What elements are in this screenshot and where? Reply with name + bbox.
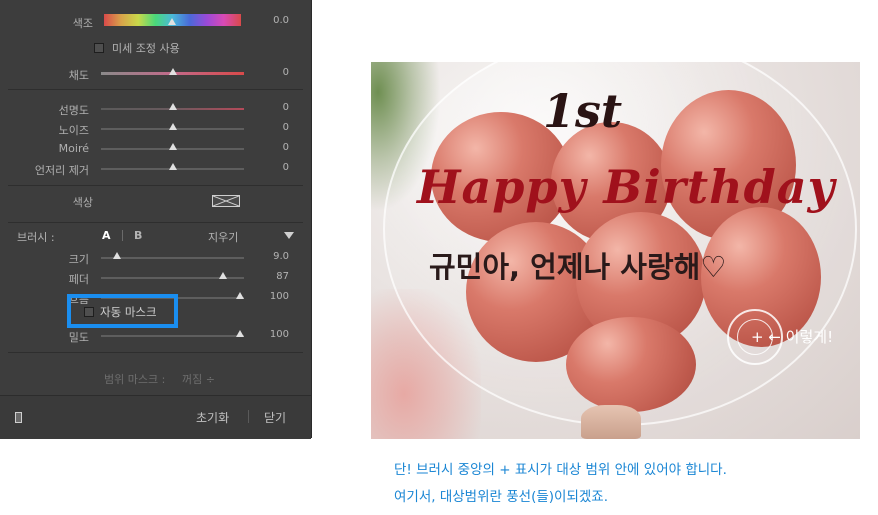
- brush-cursor-annotation: + ← 이렇게!: [751, 328, 834, 346]
- brush-a-tab[interactable]: A: [102, 229, 111, 242]
- defringe-value: 0: [282, 162, 289, 173]
- no-color-icon: [213, 196, 239, 206]
- moire-value: 0: [282, 142, 289, 153]
- hue-row: 색조 0.0: [0, 14, 311, 30]
- divider: [8, 352, 303, 353]
- moire-slider-thumb[interactable]: [169, 143, 177, 150]
- color-row: 색상: [0, 193, 311, 209]
- noise-slider-thumb[interactable]: [169, 123, 177, 130]
- size-label: 크기: [68, 253, 89, 266]
- size-row: 크기 9.0: [0, 250, 311, 266]
- hue-slider-thumb[interactable]: [168, 18, 176, 25]
- sharpness-row: 선명도 0: [0, 101, 311, 117]
- range-mask-select[interactable]: 꺼짐 ÷: [182, 371, 215, 387]
- defringe-slider-thumb[interactable]: [169, 163, 177, 170]
- fine-adjust-row[interactable]: 미세 조정 사용: [0, 40, 311, 56]
- photo-title-1st: 1st: [543, 84, 623, 138]
- sharpness-slider-thumb[interactable]: [169, 103, 177, 110]
- density-label: 밀도: [68, 331, 89, 344]
- moire-label: Moiré: [58, 142, 89, 155]
- flow-value: 100: [269, 291, 289, 302]
- noise-label: 노이즈: [58, 124, 89, 137]
- fine-adjust-label: 미세 조정 사용: [112, 42, 180, 55]
- size-slider-thumb[interactable]: [113, 252, 121, 259]
- sharpness-label: 선명도: [58, 104, 89, 117]
- color-swatch[interactable]: [212, 195, 240, 207]
- divider: [122, 230, 123, 241]
- color-label: 색상: [72, 196, 93, 209]
- photo-title-birthday: Happy Birthday: [417, 160, 836, 214]
- brush-b-tab[interactable]: B: [134, 229, 142, 242]
- brush-label: 브러시 :: [17, 231, 55, 244]
- toggle-switch-icon[interactable]: [15, 412, 22, 423]
- moire-row: Moiré 0: [0, 141, 311, 157]
- flow-slider-thumb[interactable]: [236, 292, 244, 299]
- feather-value: 87: [276, 271, 289, 282]
- balloon: [566, 317, 696, 412]
- brush-erase-tab[interactable]: 지우기: [208, 229, 238, 245]
- hue-label: 색조: [72, 17, 93, 30]
- divider: [248, 410, 249, 423]
- range-mask-row: 범위 마스크 : 꺼짐 ÷: [0, 371, 311, 387]
- size-slider-track[interactable]: [101, 257, 244, 259]
- range-mask-label: 범위 마스크 :: [104, 373, 166, 386]
- feather-slider-thumb[interactable]: [219, 272, 227, 279]
- panel-footer: 초기화 닫기: [0, 395, 311, 439]
- brush-header: 브러시 : A B 지우기: [0, 229, 311, 245]
- density-slider-thumb[interactable]: [236, 330, 244, 337]
- close-button[interactable]: 닫기: [264, 409, 286, 426]
- triangle-down-icon[interactable]: [284, 232, 294, 239]
- balloon-photo: 1st Happy Birthday 규민아, 언제나 사랑해♡ + ← 이렇게…: [371, 62, 860, 439]
- defringe-row: 언저리 제거 0: [0, 161, 311, 177]
- saturation-row: 채도 0: [0, 66, 311, 82]
- defringe-label: 언저리 제거: [34, 164, 89, 177]
- density-value: 100: [269, 329, 289, 340]
- hue-value: 0.0: [273, 15, 289, 26]
- feather-row: 페더 87: [0, 270, 311, 286]
- adjustment-brush-panel: 색조 0.0 미세 조정 사용 채도 0 선명도 0 노이즈 0 Moiré 0: [0, 0, 312, 439]
- noise-value: 0: [282, 122, 289, 133]
- caption-line-1: 단! 브러시 중앙의 + 표시가 대상 범위 안에 있어야 합니다.: [394, 462, 727, 478]
- saturation-slider-thumb[interactable]: [169, 68, 177, 75]
- density-row: 밀도 100: [0, 328, 311, 344]
- auto-mask-highlight-box: [67, 294, 178, 328]
- divider: [8, 185, 303, 186]
- noise-row: 노이즈 0: [0, 121, 311, 137]
- saturation-label: 채도: [68, 69, 89, 82]
- saturation-value: 0: [282, 67, 289, 78]
- caption-line-2: 여기서, 대상범위란 풍선(들)이되겠죠.: [394, 489, 608, 505]
- density-slider-track[interactable]: [101, 335, 244, 337]
- fine-adjust-checkbox[interactable]: [94, 43, 104, 53]
- divider: [8, 89, 303, 90]
- sharpness-value: 0: [282, 102, 289, 113]
- divider: [8, 222, 303, 223]
- feather-label: 페더: [68, 273, 89, 286]
- photo-message: 규민아, 언제나 사랑해♡: [429, 250, 727, 284]
- balloon-ribbon: [581, 405, 641, 439]
- reset-button[interactable]: 초기화: [196, 409, 229, 426]
- size-value: 9.0: [273, 251, 289, 262]
